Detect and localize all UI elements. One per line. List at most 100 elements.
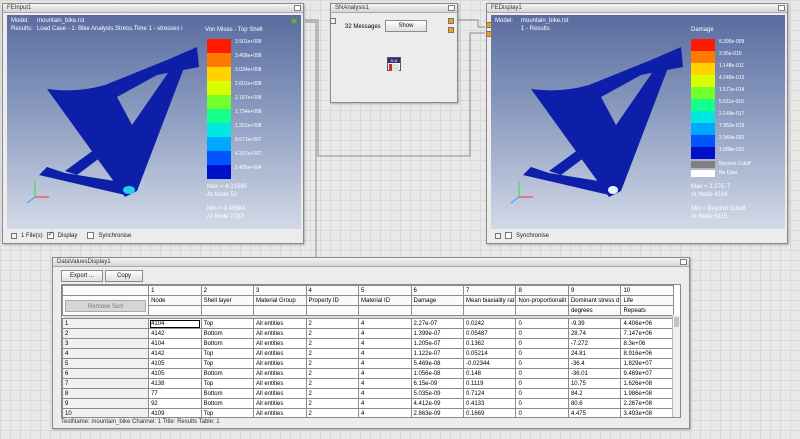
column-number[interactable]: 8 — [515, 285, 569, 296]
scrollbar-thumb[interactable] — [674, 317, 679, 327]
table-cell[interactable]: 0.4133 — [462, 398, 517, 409]
table-cell[interactable]: 2 — [305, 318, 360, 329]
column-header[interactable]: Material Group — [253, 295, 307, 306]
table-row[interactable]: 5 4105 Top All entities 2 4 5.469e-08 -0.02344 0… — [62, 358, 674, 369]
table-row[interactable]: 1 4104 Top All entities 2 4 2.27e-07 0.0242 0 -9.… — [62, 318, 674, 329]
table-cell[interactable]: 4105 — [148, 368, 202, 379]
table-cell[interactable]: 2 — [305, 358, 360, 369]
data-values-titlebar[interactable]: DataValuesDisplay1 — [53, 258, 689, 267]
row-number[interactable]: 2 — [62, 328, 150, 339]
row-number[interactable]: 9 — [62, 398, 150, 409]
table-cell[interactable]: 0.1669 — [462, 408, 517, 417]
column-number[interactable]: 3 — [253, 285, 307, 296]
table-cell[interactable]: 0 — [515, 368, 569, 379]
table-cell[interactable]: 0 — [515, 378, 569, 389]
column-unit[interactable] — [148, 305, 202, 316]
row-number[interactable]: 8 — [62, 388, 150, 399]
corner-cell[interactable] — [62, 285, 150, 296]
fe-input-viewport[interactable]: Model: mountain_bike.rst Results: Load Cas… — [7, 15, 301, 229]
table-cell[interactable]: 2.27e-07 — [410, 318, 464, 329]
table-cell[interactable]: All entities — [253, 328, 307, 339]
table-cell[interactable]: 4104 — [148, 318, 202, 329]
table-row[interactable]: 6 4105 Bottom All entities 2 4 1.056e-08 0.148 0… — [62, 368, 674, 379]
column-number[interactable]: 4 — [305, 285, 360, 296]
table-cell[interactable]: 0 — [515, 388, 569, 399]
column-header[interactable]: Shell layer — [200, 295, 255, 306]
fe-display-input-port-1[interactable] — [486, 22, 492, 28]
table-row[interactable]: 7 4138 Top All entities 2 4 6.15e-09 0.1119 0 10.… — [62, 378, 674, 389]
table-cell[interactable]: All entities — [253, 358, 307, 369]
table-row[interactable]: 3 4104 Bottom All entities 2 4 1.205e-07 0.1362… — [62, 338, 674, 349]
synchronise-checkbox[interactable] — [87, 232, 95, 239]
table-cell[interactable]: All entities — [253, 388, 307, 399]
table-cell[interactable]: 77 — [148, 388, 202, 399]
column-number[interactable]: 5 — [358, 285, 412, 296]
table-cell[interactable]: 5.469e-08 — [410, 358, 464, 369]
input-port[interactable] — [495, 232, 501, 239]
column-unit[interactable]: degrees — [567, 305, 622, 316]
table-cell[interactable]: 10.75 — [567, 378, 622, 389]
row-number[interactable]: 7 — [62, 378, 150, 389]
table-cell[interactable]: 0 — [515, 338, 569, 349]
table-cell[interactable]: 4104 — [148, 338, 202, 349]
table-cell[interactable]: Bottom — [200, 398, 255, 409]
table-cell[interactable]: 28.74 — [567, 328, 622, 339]
copy-button[interactable]: Copy — [105, 270, 143, 282]
table-cell[interactable]: 4.406e+06 — [620, 318, 674, 329]
row-number[interactable]: 10 — [62, 408, 150, 417]
table-cell[interactable]: 2 — [305, 378, 360, 389]
table-cell[interactable]: 80.6 — [567, 398, 622, 409]
table-container[interactable]: 1 2 3 4 5 6 7 8 9 10 Remove Sort Node Shell layer Ma… — [61, 284, 681, 418]
table-cell[interactable]: 2 — [305, 368, 360, 379]
table-cell[interactable]: 2 — [305, 338, 360, 349]
table-cell[interactable]: 7.147e+06 — [620, 328, 674, 339]
remove-sort-button[interactable]: Remove Sort — [65, 299, 147, 312]
table-cell[interactable]: All entities — [253, 368, 307, 379]
table-cell[interactable]: 92 — [148, 398, 202, 409]
column-number[interactable]: 6 — [410, 285, 464, 296]
column-header[interactable]: Mean biaxiality rat — [462, 295, 517, 306]
table-row[interactable]: 8 77 Bottom All entities 2 4 5.035e-09 0.7124 0 8… — [62, 388, 674, 399]
table-cell[interactable]: All entities — [253, 318, 307, 329]
column-number[interactable]: 1 — [148, 285, 202, 296]
table-cell[interactable]: Top — [200, 378, 255, 389]
table-cell[interactable]: -9.39 — [567, 318, 622, 329]
synchronise-checkbox[interactable] — [505, 232, 512, 239]
row-number[interactable]: 6 — [62, 368, 150, 379]
table-cell[interactable]: 4 — [358, 358, 412, 369]
maximize-button[interactable] — [294, 5, 301, 11]
table-cell[interactable]: Bottom — [200, 388, 255, 399]
table-cell[interactable]: 4.412e-09 — [410, 398, 464, 409]
column-header[interactable]: Dominant stress d — [567, 295, 622, 306]
table-cell[interactable]: 5.035e-09 — [410, 388, 464, 399]
table-row[interactable]: 2 4142 Bottom All entities 2 4 1.399e-07 0.0548… — [62, 328, 674, 339]
table-cell[interactable]: All entities — [253, 378, 307, 389]
table-cell[interactable]: Top — [200, 318, 255, 329]
row-number[interactable]: 4 — [62, 348, 150, 359]
table-cell[interactable]: 8.3e+06 — [620, 338, 674, 349]
table-row[interactable]: 10 4109 Top All entities 2 4 2.863e-09 0.1669 0 4… — [62, 408, 674, 417]
table-cell[interactable]: Bottom — [200, 338, 255, 349]
table-cell[interactable]: 2 — [305, 348, 360, 359]
table-cell[interactable]: 4 — [358, 368, 412, 379]
table-cell[interactable]: 0.05487 — [462, 328, 517, 339]
column-header[interactable]: Property ID — [305, 295, 360, 306]
table-cell[interactable]: 2.863e-09 — [410, 408, 464, 417]
sn-output-port-2[interactable] — [448, 27, 454, 33]
table-cell[interactable]: 0.7124 — [462, 388, 517, 399]
table-cell[interactable]: 1.205e-07 — [410, 338, 464, 349]
column-unit[interactable] — [200, 305, 255, 316]
table-cell[interactable]: 4 — [358, 348, 412, 359]
table-cell[interactable]: 4109 — [148, 408, 202, 417]
column-unit[interactable] — [515, 305, 569, 316]
column-header[interactable]: Non-proportionalit — [515, 295, 569, 306]
table-cell[interactable]: 1.056e-08 — [410, 368, 464, 379]
table-cell[interactable]: 4142 — [148, 348, 202, 359]
table-cell[interactable]: All entities — [253, 348, 307, 359]
table-cell[interactable]: 1.122e-07 — [410, 348, 464, 359]
table-cell[interactable]: 4 — [358, 388, 412, 399]
row-number[interactable]: 1 — [62, 318, 150, 329]
column-unit[interactable]: Repeats — [620, 305, 674, 316]
table-cell[interactable]: 4 — [358, 398, 412, 409]
table-cell[interactable]: Top — [200, 348, 255, 359]
